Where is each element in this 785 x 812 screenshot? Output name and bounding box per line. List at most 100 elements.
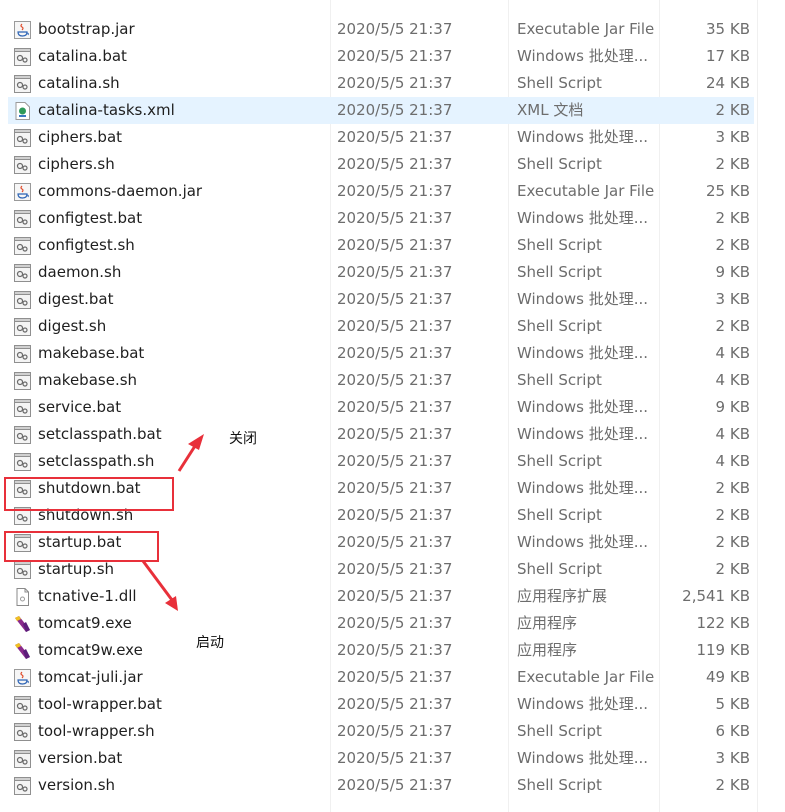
script-icon <box>14 399 31 417</box>
file-size: 2 KB <box>715 506 750 524</box>
file-row[interactable]: tcnative-1.dll 2020/5/5 21:37 应用程序扩展 2,541 … <box>0 583 785 610</box>
file-size: 49 KB <box>706 668 750 686</box>
file-row[interactable]: configtest.sh 2020/5/5 21:37 Shell Script 2… <box>0 232 785 259</box>
startup-highlight-box <box>4 531 159 562</box>
file-date-modified: 2020/5/5 21:37 <box>337 695 453 713</box>
file-type: Windows 批处理... <box>517 290 649 308</box>
file-size: 4 KB <box>715 371 750 389</box>
file-row[interactable]: daemon.sh 2020/5/5 21:37 Shell Script 9 KB <box>0 259 785 286</box>
file-type: 应用程序 <box>517 641 578 659</box>
file-size: 122 KB <box>696 614 750 632</box>
file-row[interactable]: version.bat 2020/5/5 21:37 Windows 批处理... 3… <box>0 745 785 772</box>
file-date-modified: 2020/5/5 21:37 <box>337 209 453 227</box>
script-icon <box>14 291 31 309</box>
file-type: Windows 批处理... <box>517 344 649 362</box>
file-date-modified: 2020/5/5 21:37 <box>337 371 453 389</box>
file-date-modified: 2020/5/5 21:37 <box>337 344 453 362</box>
file-name: service.bat <box>38 398 122 416</box>
file-row[interactable]: catalina.sh 2020/5/5 21:37 Shell Script 24 … <box>0 70 785 97</box>
file-type: Windows 批处理... <box>517 47 649 65</box>
script-icon <box>14 345 31 363</box>
file-row[interactable]: catalina.bat 2020/5/5 21:37 Windows 批处理...… <box>0 43 785 70</box>
file-row[interactable]: configtest.bat 2020/5/5 21:37 Windows 批处理.… <box>0 205 785 232</box>
file-name: makebase.sh <box>38 371 138 389</box>
file-size: 2 KB <box>715 533 750 551</box>
script-icon <box>14 210 31 228</box>
file-type: 应用程序 <box>517 614 578 632</box>
file-name: catalina-tasks.xml <box>38 101 175 119</box>
script-icon <box>14 561 31 579</box>
file-row[interactable]: digest.sh 2020/5/5 21:37 Shell Script 2 KB <box>0 313 785 340</box>
xml-icon <box>14 102 31 120</box>
file-size: 3 KB <box>715 749 750 767</box>
file-name: tomcat-juli.jar <box>38 668 143 686</box>
file-date-modified: 2020/5/5 21:37 <box>337 398 453 416</box>
file-name: makebase.bat <box>38 344 145 362</box>
file-name: setclasspath.sh <box>38 452 155 470</box>
file-row[interactable]: service.bat 2020/5/5 21:37 Windows 批处理... 9… <box>0 394 785 421</box>
file-date-modified: 2020/5/5 21:37 <box>337 128 453 146</box>
script-icon <box>14 156 31 174</box>
file-date-modified: 2020/5/5 21:37 <box>337 479 453 497</box>
script-icon <box>14 318 31 336</box>
script-icon <box>14 75 31 93</box>
file-date-modified: 2020/5/5 21:37 <box>337 155 453 173</box>
shutdown-annotation-label: 关闭 <box>229 431 257 447</box>
file-row[interactable]: catalina-tasks.xml 2020/5/5 21:37 XML 文档 2 … <box>8 97 754 124</box>
file-size: 2 KB <box>715 101 750 119</box>
file-date-modified: 2020/5/5 21:37 <box>337 101 453 119</box>
file-name: configtest.sh <box>38 236 135 254</box>
script-icon <box>14 48 31 66</box>
file-row[interactable]: tomcat-juli.jar 2020/5/5 21:37 Executable … <box>0 664 785 691</box>
file-date-modified: 2020/5/5 21:37 <box>337 452 453 470</box>
file-size: 2 KB <box>715 776 750 794</box>
script-icon <box>14 426 31 444</box>
file-name: digest.sh <box>38 317 107 335</box>
file-size: 2,541 KB <box>682 587 750 605</box>
file-type: Windows 批处理... <box>517 749 649 767</box>
jar-icon <box>14 183 31 201</box>
file-date-modified: 2020/5/5 21:37 <box>337 74 453 92</box>
file-row[interactable]: ciphers.sh 2020/5/5 21:37 Shell Script 2 KB <box>0 151 785 178</box>
file-date-modified: 2020/5/5 21:37 <box>337 614 453 632</box>
file-type: XML 文档 <box>517 101 584 119</box>
file-row[interactable]: makebase.bat 2020/5/5 21:37 Windows 批处理...… <box>0 340 785 367</box>
file-row[interactable]: makebase.sh 2020/5/5 21:37 Shell Script 4 K… <box>0 367 785 394</box>
file-type: Windows 批处理... <box>517 533 649 551</box>
file-name: ciphers.sh <box>38 155 115 173</box>
file-row[interactable]: setclasspath.bat 2020/5/5 21:37 Windows 批处… <box>0 421 785 448</box>
dll-icon <box>14 588 31 606</box>
file-size: 35 KB <box>706 20 750 38</box>
file-size: 2 KB <box>715 209 750 227</box>
file-row[interactable]: tool-wrapper.sh 2020/5/5 21:37 Shell Scrip… <box>0 718 785 745</box>
file-type: Shell Script <box>517 263 602 281</box>
jar-icon <box>14 21 31 39</box>
script-icon <box>14 723 31 741</box>
tomcat-exe-icon <box>14 615 31 633</box>
file-type: Shell Script <box>517 506 602 524</box>
file-size: 25 KB <box>706 182 750 200</box>
file-row[interactable]: tomcat9w.exe 2020/5/5 21:37 应用程序 119 KB <box>0 637 785 664</box>
file-size: 2 KB <box>715 155 750 173</box>
file-date-modified: 2020/5/5 21:37 <box>337 236 453 254</box>
file-list: bootstrap.jar 2020/5/5 21:37 Executable Ja… <box>0 16 785 799</box>
file-size: 6 KB <box>715 722 750 740</box>
file-row[interactable]: ciphers.bat 2020/5/5 21:37 Windows 批处理... 3… <box>0 124 785 151</box>
file-size: 4 KB <box>715 452 750 470</box>
file-row[interactable]: tool-wrapper.bat 2020/5/5 21:37 Windows 批处… <box>0 691 785 718</box>
file-name: digest.bat <box>38 290 114 308</box>
file-row[interactable]: digest.bat 2020/5/5 21:37 Windows 批处理... 3 … <box>0 286 785 313</box>
file-row[interactable]: version.sh 2020/5/5 21:37 Shell Script 2 KB <box>0 772 785 799</box>
file-row[interactable]: tomcat9.exe 2020/5/5 21:37 应用程序 122 KB <box>0 610 785 637</box>
file-row[interactable]: setclasspath.sh 2020/5/5 21:37 Shell Scrip… <box>0 448 785 475</box>
file-date-modified: 2020/5/5 21:37 <box>337 47 453 65</box>
startup-annotation-label: 启动 <box>196 635 224 651</box>
file-date-modified: 2020/5/5 21:37 <box>337 587 453 605</box>
file-type: Shell Script <box>517 560 602 578</box>
file-name: bootstrap.jar <box>38 20 135 38</box>
file-date-modified: 2020/5/5 21:37 <box>337 290 453 308</box>
script-icon <box>14 453 31 471</box>
file-row[interactable]: commons-daemon.jar 2020/5/5 21:37 Executab… <box>0 178 785 205</box>
file-row[interactable]: bootstrap.jar 2020/5/5 21:37 Executable Ja… <box>0 16 785 43</box>
file-date-modified: 2020/5/5 21:37 <box>337 317 453 335</box>
